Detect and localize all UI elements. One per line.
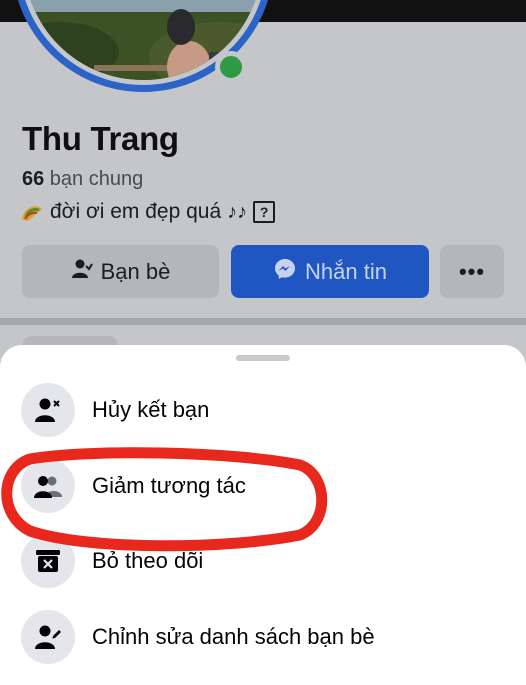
menu-item-label: Bỏ theo dõi xyxy=(92,548,204,573)
people-icon xyxy=(21,459,75,513)
unknown-glyph-box: ? xyxy=(253,201,276,223)
person-check-icon xyxy=(71,258,93,286)
profile-name: Thu Trang xyxy=(22,120,179,157)
bio-text: đời ơi em đẹp quá xyxy=(50,200,222,223)
menu-item-edit-friend-lists[interactable]: Chỉnh sửa danh sách bạn bè xyxy=(0,602,526,672)
profile-bio: đời ơi em đẹp quá ♪♪ ? xyxy=(20,200,276,224)
profile-header: Thu Trang 66 bạn chung đời ơi em đẹp quá… xyxy=(0,0,526,345)
menu-item-label: Hủy kết bạn xyxy=(92,397,210,422)
music-notes-icon: ♪♪ xyxy=(227,200,248,223)
online-status-indicator xyxy=(215,51,247,83)
messenger-icon xyxy=(273,257,297,287)
more-dots-icon: ••• xyxy=(458,258,486,284)
menu-item-label: Chỉnh sửa danh sách bạn bè xyxy=(92,624,375,649)
menu-item-reduce-interaction[interactable]: Giảm tương tác xyxy=(0,451,526,521)
taco-emoji-icon xyxy=(20,203,44,221)
action-sheet: Hủy kết bạn Giảm tương tác Bỏ theo dõi C… xyxy=(0,345,526,685)
person-remove-icon xyxy=(21,383,75,437)
section-divider xyxy=(0,318,526,325)
menu-item-unfollow[interactable]: Bỏ theo dõi xyxy=(0,526,526,596)
unfollow-box-icon xyxy=(21,534,75,588)
person-edit-icon xyxy=(21,610,75,664)
menu-item-unfriend[interactable]: Hủy kết bạn xyxy=(0,375,526,445)
menu-item-label: Giảm tương tác xyxy=(92,473,246,498)
friends-button-label: Bạn bè xyxy=(100,258,171,284)
mutual-friends-label: bạn chung xyxy=(44,168,144,190)
mutual-friends[interactable]: 66 bạn chung xyxy=(22,168,143,191)
friends-button[interactable]: Bạn bè xyxy=(22,245,219,298)
mutual-friends-count: 66 xyxy=(22,168,45,190)
more-options-button[interactable]: ••• xyxy=(440,245,504,298)
message-button-label: Nhắn tin xyxy=(305,258,387,284)
message-button[interactable]: Nhắn tin xyxy=(231,245,429,298)
sheet-grabber-handle[interactable] xyxy=(236,355,290,361)
